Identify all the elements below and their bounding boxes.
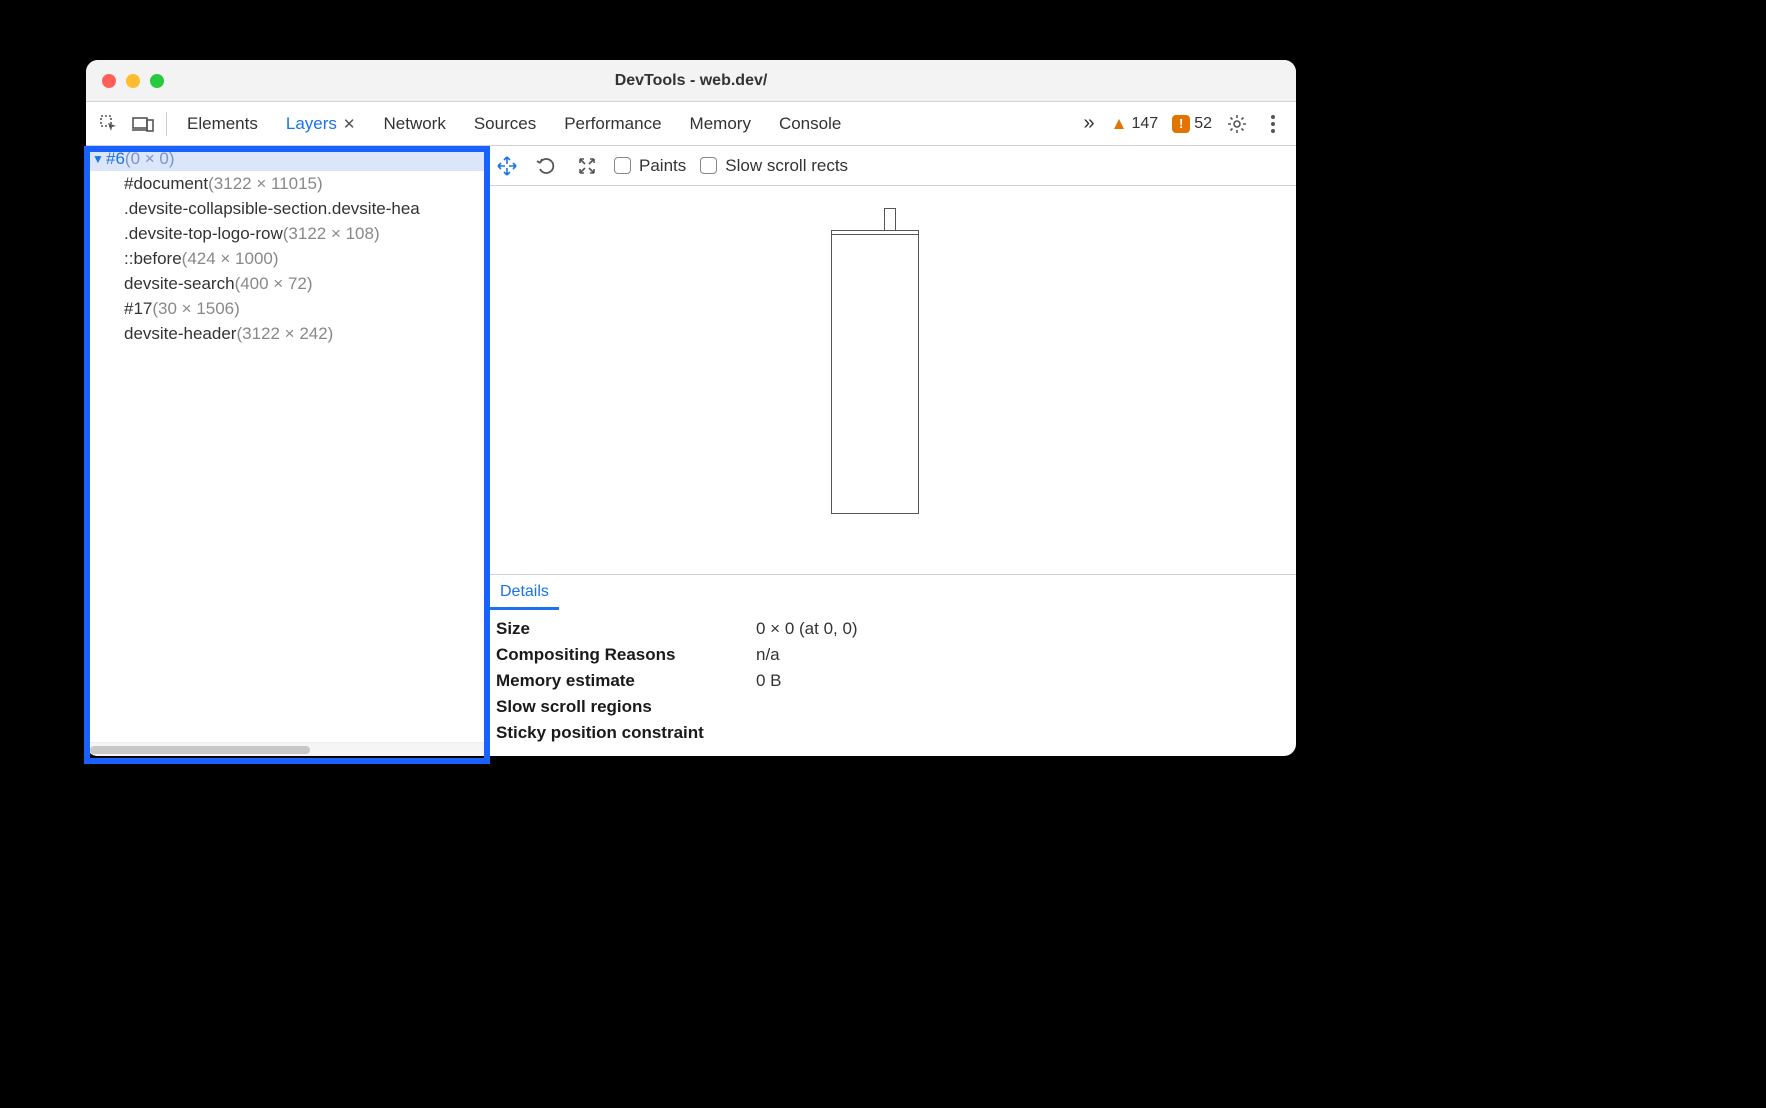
traffic-lights <box>86 74 164 88</box>
tab-label: Network <box>383 114 445 134</box>
tree-item[interactable]: devsite-header (3122 × 242) <box>86 321 485 346</box>
tab-label: Sources <box>474 114 536 134</box>
details-row-slow-scroll: Slow scroll regions <box>496 694 1286 720</box>
paints-checkbox[interactable]: Paints <box>614 156 686 176</box>
inspect-element-icon[interactable] <box>92 107 126 141</box>
tree-dimensions: (400 × 72) <box>235 274 313 294</box>
main-pane: Paints Slow scroll rects Details Size 0 … <box>486 146 1296 756</box>
toolbar-right: » ▲ 147 ! 52 <box>1076 107 1290 141</box>
tab-elements[interactable]: Elements <box>173 102 272 145</box>
tab-layers[interactable]: Layers ✕ <box>272 102 370 145</box>
tree-label: devsite-header <box>124 324 236 344</box>
layers-subtoolbar: Paints Slow scroll rects <box>486 146 1296 186</box>
tab-label: Console <box>779 114 841 134</box>
zoom-window-button[interactable] <box>150 74 164 88</box>
tree-item[interactable]: ::before (424 × 1000) <box>86 246 485 271</box>
tree-item[interactable]: .devsite-top-logo-row (3122 × 108) <box>86 221 485 246</box>
details-value: n/a <box>756 645 780 665</box>
details-row-size: Size 0 × 0 (at 0, 0) <box>496 616 1286 642</box>
tree-label: #17 <box>124 299 152 319</box>
rotate-mode-icon[interactable] <box>534 153 560 179</box>
tree-item[interactable]: #17 (30 × 1506) <box>86 296 485 321</box>
details-tab[interactable]: Details <box>490 575 559 610</box>
issues-count: 52 <box>1194 115 1212 133</box>
tree-dimensions: (0 × 0) <box>125 149 175 169</box>
tab-sources[interactable]: Sources <box>460 102 550 145</box>
more-tabs-icon[interactable]: » <box>1076 112 1103 135</box>
tree-dimensions: (3122 × 108) <box>283 224 380 244</box>
warnings-count: 147 <box>1132 115 1159 133</box>
tab-memory[interactable]: Memory <box>676 102 765 145</box>
details-row-memory: Memory estimate 0 B <box>496 668 1286 694</box>
checkbox-icon <box>614 157 631 174</box>
minimize-window-button[interactable] <box>126 74 140 88</box>
details-value: 0 B <box>756 671 782 691</box>
tree-label: ::before <box>124 249 182 269</box>
checkbox-label: Slow scroll rects <box>725 156 848 176</box>
tree-dimensions: (424 × 1000) <box>182 249 279 269</box>
tree-label: devsite-search <box>124 274 235 294</box>
warning-icon: ▲ <box>1111 114 1128 134</box>
separator <box>166 112 167 136</box>
issue-icon: ! <box>1172 115 1190 133</box>
tab-label: Memory <box>690 114 751 134</box>
tree-dimensions: (3122 × 11015) <box>208 174 323 194</box>
issues-badge[interactable]: ! 52 <box>1166 115 1218 133</box>
main-toolbar: Elements Layers ✕ Network Sources Perfor… <box>86 102 1296 146</box>
layer-rect[interactable] <box>884 208 896 232</box>
checkbox-icon <box>700 157 717 174</box>
collapse-icon[interactable]: ▼ <box>92 152 106 166</box>
tab-network[interactable]: Network <box>369 102 459 145</box>
tree-dimensions: (30 × 1506) <box>152 299 239 319</box>
content-area: ▼ #6 (0 × 0) #document (3122 × 11015) .d… <box>86 146 1296 756</box>
window-title: DevTools - web.dev/ <box>86 72 1296 90</box>
details-row-compositing: Compositing Reasons n/a <box>496 642 1286 668</box>
reset-view-icon[interactable] <box>574 153 600 179</box>
tab-label: Elements <box>187 114 258 134</box>
details-key: Sticky position constraint <box>496 723 756 743</box>
details-body: Size 0 × 0 (at 0, 0) Compositing Reasons… <box>486 610 1296 756</box>
slow-scroll-rects-checkbox[interactable]: Slow scroll rects <box>700 156 848 176</box>
tab-console[interactable]: Console <box>765 102 855 145</box>
layer-details-panel: Details Size 0 × 0 (at 0, 0) Compositing… <box>486 574 1296 756</box>
pan-mode-icon[interactable] <box>494 153 520 179</box>
warnings-badge[interactable]: ▲ 147 <box>1105 114 1165 134</box>
tree-item[interactable]: .devsite-collapsible-section.devsite-hea <box>86 196 485 221</box>
close-window-button[interactable] <box>102 74 116 88</box>
tree-label: .devsite-collapsible-section.devsite-hea <box>124 199 420 219</box>
tab-label: Layers <box>286 114 337 134</box>
devtools-window: DevTools - web.dev/ Elements Layers ✕ Ne… <box>86 60 1296 756</box>
layers-tree-panel: ▼ #6 (0 × 0) #document (3122 × 11015) .d… <box>86 146 486 756</box>
tree-item-root[interactable]: ▼ #6 (0 × 0) <box>86 146 485 171</box>
tab-performance[interactable]: Performance <box>550 102 675 145</box>
layers-3d-viewport[interactable] <box>486 186 1296 574</box>
device-toolbar-icon[interactable] <box>126 107 160 141</box>
kebab-menu-icon[interactable] <box>1256 107 1290 141</box>
details-key: Compositing Reasons <box>496 645 756 665</box>
details-key: Memory estimate <box>496 671 756 691</box>
tree-dimensions: (3122 × 242) <box>236 324 333 344</box>
tab-label: Performance <box>564 114 661 134</box>
settings-icon[interactable] <box>1220 107 1254 141</box>
tree-label: #document <box>124 174 208 194</box>
scrollbar-thumb[interactable] <box>90 746 310 754</box>
layer-rect[interactable] <box>831 234 919 514</box>
details-row-sticky: Sticky position constraint <box>496 720 1286 746</box>
details-key: Slow scroll regions <box>496 697 756 717</box>
titlebar: DevTools - web.dev/ <box>86 60 1296 102</box>
tree-label: #6 <box>106 149 125 169</box>
layers-tree[interactable]: ▼ #6 (0 × 0) #document (3122 × 11015) .d… <box>86 146 485 742</box>
details-value: 0 × 0 (at 0, 0) <box>756 619 858 639</box>
checkbox-label: Paints <box>639 156 686 176</box>
details-key: Size <box>496 619 756 639</box>
close-icon[interactable]: ✕ <box>343 115 356 133</box>
horizontal-scrollbar[interactable] <box>86 742 485 756</box>
tree-label: .devsite-top-logo-row <box>124 224 283 244</box>
tree-item[interactable]: #document (3122 × 11015) <box>86 171 485 196</box>
tree-item[interactable]: devsite-search (400 × 72) <box>86 271 485 296</box>
